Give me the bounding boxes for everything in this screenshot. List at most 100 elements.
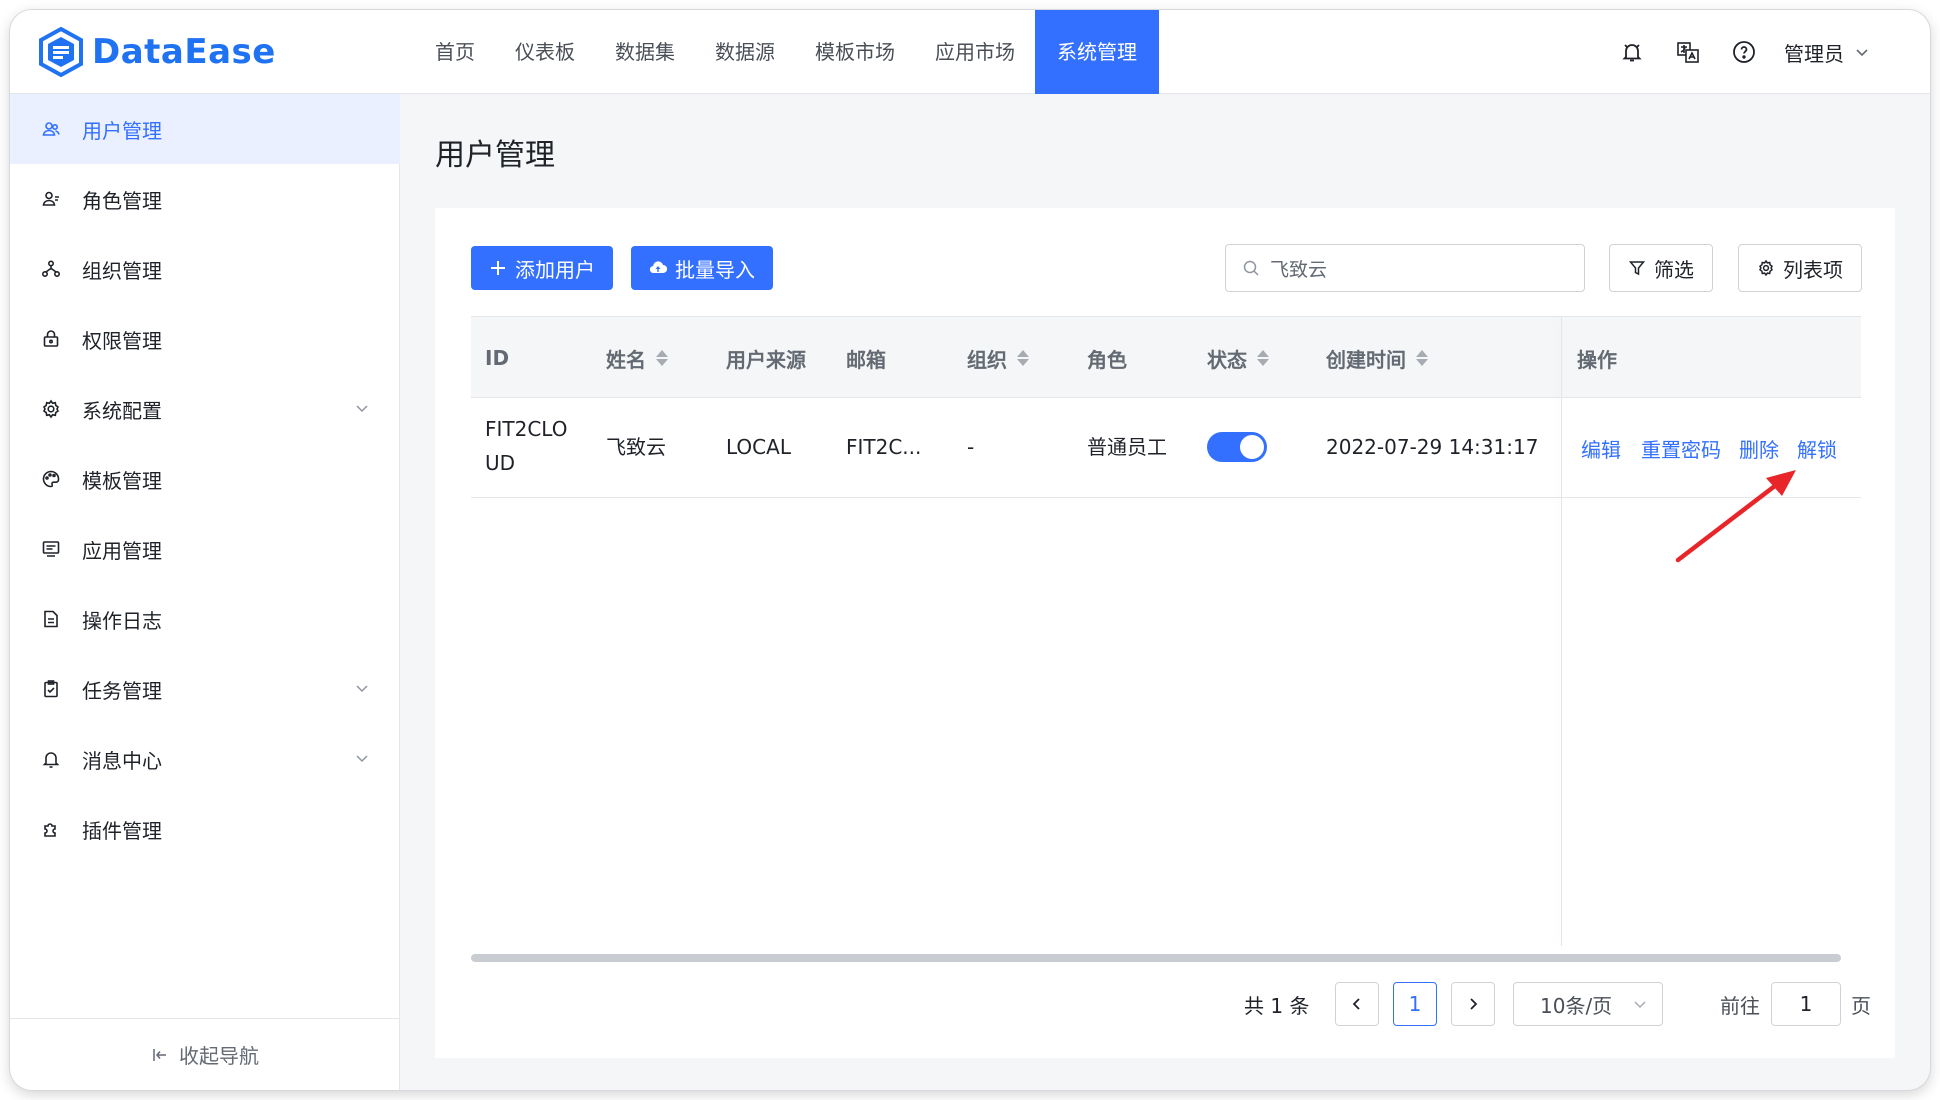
sidebar-item-app-management[interactable]: 应用管理: [10, 514, 400, 584]
sidebar-item-label: 应用管理: [82, 538, 162, 563]
batch-import-label: 批量导入: [675, 257, 755, 282]
help-icon: [1733, 41, 1755, 63]
sort-icon[interactable]: [1017, 350, 1029, 366]
chevron-down-icon: [356, 685, 368, 693]
language-button[interactable]: [1660, 10, 1716, 94]
sidebar-item-role-management[interactable]: 角色管理: [10, 164, 400, 234]
sidebar-item-label: 系统配置: [82, 398, 162, 423]
goto-label: 前往: [1720, 993, 1760, 1018]
brand-name: DataEase: [92, 32, 276, 72]
chevron-right-icon: [1470, 998, 1478, 1010]
sort-icon[interactable]: [656, 350, 668, 366]
nav-template-market[interactable]: 模板市场: [795, 10, 915, 94]
notification-button[interactable]: [1604, 10, 1660, 94]
sidebar: 用户管理 角色管理 组织管理 权限管理 系统配置 模板管理 应用管理 操作日志 …: [10, 94, 400, 1090]
prev-page-button[interactable]: [1335, 982, 1379, 1026]
sidebar-item-system-config[interactable]: 系统配置: [10, 374, 400, 444]
col-header-role: 角色: [1087, 347, 1127, 372]
user-name: 管理员: [1784, 41, 1844, 66]
nav-app-market[interactable]: 应用市场: [915, 10, 1035, 94]
col-header-created-time[interactable]: 创建时间: [1326, 317, 1428, 399]
sidebar-item-user-management[interactable]: 用户管理: [10, 94, 400, 164]
page-title: 用户管理: [435, 138, 555, 173]
filter-button[interactable]: 筛选: [1609, 244, 1713, 292]
cloud-upload-icon: [649, 261, 667, 274]
cell-created-time: 2022-07-29 14:31:17: [1326, 435, 1539, 459]
goto-page-input[interactable]: 1: [1771, 982, 1841, 1026]
col-header-name[interactable]: 姓名: [606, 317, 668, 399]
cell-role: 普通员工: [1087, 435, 1167, 459]
page-size-select[interactable]: 10条/页: [1513, 982, 1663, 1026]
sidebar-item-label: 操作日志: [82, 608, 162, 633]
col-header-org[interactable]: 组织: [967, 317, 1029, 399]
unlock-link[interactable]: 解锁: [1797, 434, 1837, 463]
cell-name: 飞致云: [606, 435, 666, 459]
add-user-button[interactable]: 添加用户: [471, 246, 613, 290]
chevron-down-icon: [356, 755, 368, 763]
cell-source: LOCAL: [726, 435, 791, 459]
sidebar-item-message-center[interactable]: 消息中心: [10, 724, 400, 794]
chevron-down-icon: [356, 405, 368, 413]
app-icon: [40, 538, 62, 560]
filter-icon: [1628, 261, 1646, 276]
page-suffix: 页: [1851, 993, 1871, 1018]
cell-id: FIT2CLO UD: [485, 417, 568, 475]
page-size-value: 10条/页: [1540, 993, 1613, 1018]
sort-icon[interactable]: [1257, 350, 1269, 366]
delete-link[interactable]: 删除: [1739, 434, 1779, 463]
page-number-current[interactable]: 1: [1393, 982, 1437, 1026]
pagination-total: 共 1 条: [1244, 993, 1310, 1018]
status-toggle[interactable]: [1207, 432, 1267, 462]
bell-icon: [40, 748, 62, 770]
top-right-tools: 管理员: [1604, 10, 1870, 94]
sidebar-item-label: 插件管理: [82, 818, 162, 843]
nav-dashboard[interactable]: 仪表板: [495, 10, 595, 94]
user-list-card: 添加用户 批量导入 飞致云 筛选 列表项 ID 姓名 用户来源 邮箱 组织 角色…: [435, 208, 1895, 1058]
col-header-actions: 操作: [1577, 347, 1617, 372]
dataease-logo-icon: [39, 27, 83, 77]
col-header-source: 用户来源: [726, 347, 806, 372]
column-settings-button[interactable]: 列表项: [1738, 244, 1862, 292]
sidebar-item-label: 用户管理: [82, 118, 162, 143]
sidebar-item-org-management[interactable]: 组织管理: [10, 234, 400, 304]
palette-icon: [40, 468, 62, 490]
next-page-button[interactable]: [1451, 982, 1495, 1026]
sidebar-item-task-management[interactable]: 任务管理: [10, 654, 400, 724]
help-button[interactable]: [1716, 10, 1772, 94]
chevron-down-icon: [1634, 1001, 1646, 1009]
search-value: 飞致云: [1270, 258, 1328, 281]
batch-import-button[interactable]: 批量导入: [631, 246, 773, 290]
nav-datasource[interactable]: 数据源: [695, 10, 795, 94]
horizontal-scrollbar[interactable]: [471, 954, 1841, 962]
sidebar-item-template-management[interactable]: 模板管理: [10, 444, 400, 514]
app-window: DataEase 首页 仪表板 数据集 数据源 模板市场 应用市场 系统管理 管…: [10, 10, 1930, 1090]
edit-link[interactable]: 编辑: [1581, 434, 1621, 463]
sidebar-item-operation-log[interactable]: 操作日志: [10, 584, 400, 654]
chevron-left-icon: [1352, 998, 1360, 1010]
sidebar-item-label: 角色管理: [82, 188, 162, 213]
log-icon: [40, 608, 62, 630]
search-input[interactable]: 飞致云: [1225, 244, 1585, 292]
sidebar-item-label: 消息中心: [82, 748, 162, 773]
user-table: ID 姓名 用户来源 邮箱 组织 角色 状态 创建时间 操作 FIT2CLO U…: [471, 316, 1861, 946]
bell-icon: [1622, 44, 1642, 62]
collapse-icon: [153, 1048, 166, 1061]
col-header-id: ID: [485, 346, 510, 370]
sidebar-item-permission-management[interactable]: 权限管理: [10, 304, 400, 374]
col-header-status[interactable]: 状态: [1207, 317, 1269, 399]
collapse-nav-button[interactable]: 收起导航: [10, 1018, 400, 1090]
nav-dataset[interactable]: 数据集: [595, 10, 695, 94]
brand-logo[interactable]: DataEase: [38, 26, 276, 78]
user-menu[interactable]: 管理员: [1784, 38, 1870, 67]
nav-system-management[interactable]: 系统管理: [1035, 10, 1159, 94]
sidebar-item-label: 权限管理: [82, 328, 162, 353]
table-row: FIT2CLO UD 飞致云 LOCAL FIT2C... - 普通员工 202…: [471, 398, 1861, 498]
plus-icon: [491, 261, 505, 275]
nav-home[interactable]: 首页: [415, 10, 495, 94]
top-bar: DataEase 首页 仪表板 数据集 数据源 模板市场 应用市场 系统管理 管…: [10, 10, 1930, 94]
translate-icon: [1677, 42, 1699, 63]
column-settings-label: 列表项: [1783, 257, 1843, 282]
sort-icon[interactable]: [1416, 350, 1428, 366]
sidebar-item-plugin-management[interactable]: 插件管理: [10, 794, 400, 864]
reset-password-link[interactable]: 重置密码: [1641, 434, 1721, 463]
